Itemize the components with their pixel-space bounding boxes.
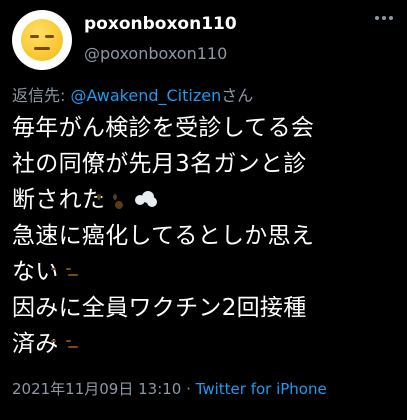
- dashing-away-icon: [133, 187, 159, 211]
- avatar[interactable]: [12, 10, 72, 70]
- tweet-card: poxonboxon110 @poxonboxon110 返信先: @Awake…: [0, 0, 407, 420]
- timestamp[interactable]: 2021年11月09日 13:10: [12, 380, 181, 398]
- display-name[interactable]: poxonboxon110: [84, 14, 237, 34]
- meta-separator: ·: [181, 380, 196, 398]
- tweet-text: 毎年がん検診を受診してる会 社の同僚が先月3名ガンと診 断された 急速に癌化して…: [12, 110, 402, 362]
- more-options-icon[interactable]: [375, 8, 393, 28]
- user-handle[interactable]: @poxonboxon110: [84, 44, 227, 63]
- tweet-line: 急速に癌化してるとしか思え: [12, 223, 315, 249]
- reply-mention-link[interactable]: @Awakend_Citizen: [70, 86, 221, 105]
- expressionless-face-icon: [21, 19, 63, 61]
- tweet-line: 済み: [12, 326, 402, 362]
- expressionless-face-icon: [50, 331, 85, 355]
- astonished-face-icon: [97, 187, 131, 211]
- tweet-line: 断された: [12, 182, 402, 218]
- reply-suffix: さん: [221, 86, 254, 105]
- reply-to-line: 返信先: @Awakend_Citizenさん: [12, 82, 253, 106]
- reply-prefix: 返信先:: [12, 86, 71, 105]
- tweet-line: 因みに全員ワクチン2回接種: [12, 295, 307, 321]
- tweet-line: ない: [12, 254, 402, 290]
- tweet-line: 社の同僚が先月3名ガンと診: [12, 151, 307, 177]
- tweet-meta: 2021年11月09日 13:10 · Twitter for iPhone: [12, 378, 327, 399]
- tweet-line: 毎年がん検診を受診してる会: [12, 115, 315, 141]
- source-link[interactable]: Twitter for iPhone: [196, 380, 327, 398]
- expressionless-face-icon: [50, 259, 85, 283]
